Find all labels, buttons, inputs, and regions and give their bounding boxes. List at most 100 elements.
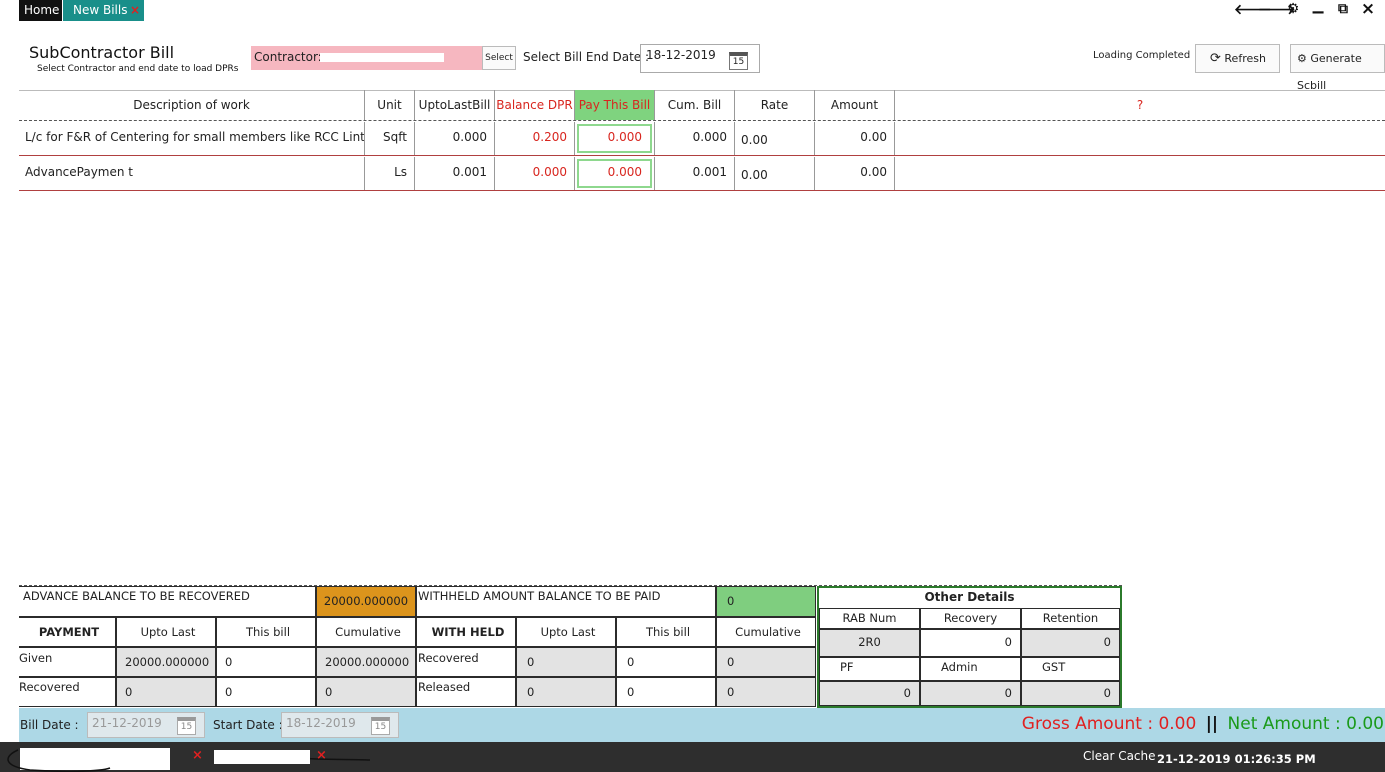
status-datetime: 21-12-2019 01:26:35 PM xyxy=(1157,752,1316,766)
cell-pay-this-bill: 0.000 xyxy=(575,122,655,155)
bill-date-label: Bill Date : xyxy=(20,718,79,732)
tab-new-bills[interactable]: New Bills × xyxy=(63,0,144,21)
advance-balance: 20000.000000 xyxy=(316,586,416,617)
tab-home[interactable]: Home xyxy=(19,0,62,21)
tab-bar: Home New Bills × 🡐 🡒 ⚙ ▁ ⧉ × xyxy=(0,0,1385,22)
cell-unit: Ls xyxy=(365,157,415,190)
forward-arrow-icon[interactable]: 🡒 xyxy=(1258,1,1296,18)
given-upto-last: 20000.000000 xyxy=(116,647,216,677)
bill-end-date-label: Select Bill End Date : xyxy=(523,50,650,64)
withheld-recovered-label: Recovered xyxy=(416,647,516,677)
col-header-upto-last: UptoLastBill xyxy=(415,90,495,120)
cell-rate: 0.00 xyxy=(735,122,815,155)
withheld-title: WITHHELD AMOUNT BALANCE TO BE PAID xyxy=(416,586,716,617)
retention-label: Retention xyxy=(1021,608,1120,629)
cell-description: AdvancePaymen t xyxy=(19,157,365,190)
totals: Gross Amount : 0.00 || Net Amount : 0.00 xyxy=(1022,714,1384,734)
col-header-amount: Amount xyxy=(815,90,895,120)
withheld-released-cumulative: 0 xyxy=(716,677,816,707)
col-header-balance-dpr: Balance DPR xyxy=(495,90,575,120)
cell-balance-dpr: 0.200 xyxy=(495,122,575,155)
advance-recovered-upto-last: 0 xyxy=(116,677,216,707)
pay-this-bill-input[interactable]: 0.000 xyxy=(577,159,652,188)
admin-value: 0 xyxy=(920,681,1021,706)
col-header-cum-bill: Cum. Bill xyxy=(655,90,735,120)
gst-label: GST xyxy=(1021,657,1120,681)
close-tab-icon[interactable]: × xyxy=(130,0,140,21)
totals-separator: || xyxy=(1205,714,1219,734)
contractor-field[interactable]: Contractor: xyxy=(251,46,482,70)
advance-recovered-label: Recovered xyxy=(19,677,116,707)
cell-upto-last: 0.000 xyxy=(415,122,495,155)
calendar-icon[interactable]: 15 xyxy=(729,52,748,70)
given-this-bill-input[interactable]: 0 xyxy=(216,647,316,677)
withheld-recovered-cumulative: 0 xyxy=(716,647,816,677)
settings-icon[interactable]: ⚙ xyxy=(1283,1,1303,17)
gross-amount-value: 0.00 xyxy=(1158,714,1197,734)
advance-this-bill-header: This bill xyxy=(216,617,316,647)
withheld-this-bill-header: This bill xyxy=(616,617,716,647)
withheld-recovered-this-bill-input[interactable]: 0 xyxy=(616,647,716,677)
recovery-input[interactable]: 0 xyxy=(920,629,1021,657)
tab-new-bills-label: New Bills xyxy=(73,3,128,17)
calendar-icon[interactable]: 15 xyxy=(371,717,390,735)
refresh-icon: ⟳ xyxy=(1210,51,1221,66)
clear-cache-button[interactable]: Clear Cache xyxy=(1083,749,1156,763)
calendar-icon[interactable]: 15 xyxy=(177,717,196,735)
refresh-button[interactable]: ⟳ Refresh xyxy=(1195,44,1280,73)
cell-description: L/c for F&R of Centering for small membe… xyxy=(19,122,365,155)
bill-end-date-picker[interactable]: 18-12-2019 15 xyxy=(640,44,760,73)
select-contractor-button[interactable]: Select xyxy=(482,46,516,70)
net-amount-value: 0.00 xyxy=(1346,714,1384,734)
net-amount-label: Net Amount : xyxy=(1227,714,1341,734)
close-session-icon[interactable]: × xyxy=(192,748,203,763)
withheld-cumulative-header: Cumulative xyxy=(716,617,816,647)
cell-unit: Sqft xyxy=(365,122,415,155)
pf-label: PF xyxy=(819,657,920,681)
other-details-title: Other Details xyxy=(924,590,1015,604)
generate-scbill-button[interactable]: ⚙ Generate Scbill xyxy=(1290,44,1385,92)
withheld-upto-last-header: Upto Last xyxy=(516,617,616,647)
status-bar: × × Clear Cache 21-12-2019 01:26:35 PM xyxy=(0,742,1385,772)
rab-num-label: RAB Num xyxy=(819,608,920,629)
close-project-icon[interactable]: × xyxy=(316,748,327,763)
withheld-recovered-upto-last: 0 xyxy=(516,647,616,677)
col-header-unit: Unit xyxy=(365,90,415,120)
generate-label: Generate Scbill xyxy=(1297,52,1362,92)
bill-date-picker[interactable]: 21-12-2019 15 xyxy=(87,712,205,738)
bill-date-value: 21-12-2019 xyxy=(92,716,162,730)
withheld-released-label: Released xyxy=(416,677,516,707)
cell-cum-bill: 0.000 xyxy=(655,122,735,155)
withheld-released-upto-last: 0 xyxy=(516,677,616,707)
advance-recovered-this-bill-input[interactable]: 0 xyxy=(216,677,316,707)
col-header-extra: ? xyxy=(1136,98,1144,112)
start-date-picker[interactable]: 18-12-2019 15 xyxy=(281,712,399,738)
gross-amount-label: Gross Amount : xyxy=(1021,714,1154,734)
page-title: SubContractor Bill xyxy=(29,43,175,62)
start-date-label: Start Date : xyxy=(213,718,283,732)
advance-title: ADVANCE BALANCE TO BE RECOVERED xyxy=(19,586,316,617)
redacted-project-area xyxy=(214,750,310,764)
recovery-label: Recovery xyxy=(920,608,1021,629)
back-arrow-icon[interactable]: 🡐 xyxy=(1234,1,1272,18)
page-subtitle: Select Contractor and end date to load D… xyxy=(37,64,239,74)
admin-label: Admin xyxy=(920,657,1021,681)
restore-icon[interactable]: ⧉ xyxy=(1333,1,1353,17)
payment-header: PAYMENT xyxy=(19,617,116,647)
given-cumulative: 20000.000000 xyxy=(316,647,416,677)
withheld-balance: 0 xyxy=(716,586,816,617)
gears-icon: ⚙ xyxy=(1297,52,1307,65)
col-header-rate: Rate xyxy=(735,90,815,120)
pf-value: 0 xyxy=(819,681,920,706)
col-header-pay-this-bill: Pay This Bill xyxy=(575,90,655,120)
close-window-icon[interactable]: × xyxy=(1358,0,1378,19)
rab-num-value: 2R0 xyxy=(819,629,920,657)
cell-amount: 0.00 xyxy=(815,122,895,155)
col-header-description: Description of work xyxy=(19,90,365,120)
advance-upto-last-header: Upto Last xyxy=(116,617,216,647)
withheld-released-this-bill-input[interactable]: 0 xyxy=(616,677,716,707)
minimize-icon[interactable]: ▁ xyxy=(1308,0,1328,14)
pay-this-bill-input[interactable]: 0.000 xyxy=(577,124,652,153)
refresh-label: Refresh xyxy=(1224,52,1266,65)
advance-recovered-cumulative: 0 xyxy=(316,677,416,707)
